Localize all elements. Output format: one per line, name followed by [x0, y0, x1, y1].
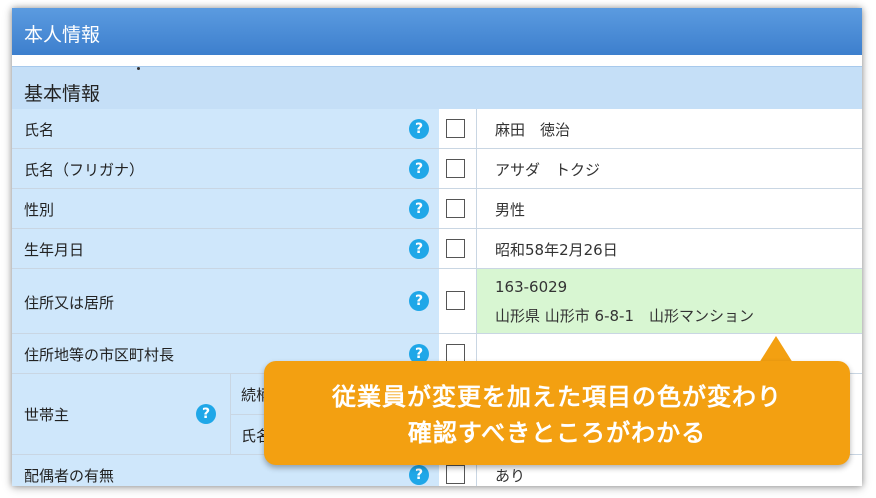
- row-label: 氏名: [24, 121, 55, 139]
- title-bar: 本人情報: [12, 8, 862, 55]
- label-cell: 世帯主 ?: [12, 374, 230, 454]
- label-cell: 氏名（フリガナ） ?: [12, 149, 465, 188]
- row-value: 男性: [495, 201, 526, 219]
- value-cell: 昭和58年2月26日: [477, 229, 862, 268]
- row-label: 氏名（フリガナ）: [24, 161, 145, 179]
- form-row-address: 住所又は居所 ? 163-6029 山形県 山形市 6-8-1 山形マンション: [12, 269, 862, 334]
- row-value: 昭和58年2月26日: [495, 241, 618, 259]
- form-row-birthdate: 生年月日 ? 昭和58年2月26日: [12, 229, 862, 269]
- form-row-gender: 性別 ? 男性: [12, 189, 862, 229]
- confirm-checkbox[interactable]: [446, 199, 465, 218]
- help-icon[interactable]: ?: [409, 199, 429, 219]
- callout-line-2: 確認すべきところがわかる: [407, 419, 707, 447]
- value-cell: 男性: [477, 189, 862, 228]
- row-label: 生年月日: [24, 241, 85, 259]
- callout-line-1: 従業員が変更を加えた項目の色が変わり: [332, 383, 782, 411]
- help-icon[interactable]: ?: [409, 119, 429, 139]
- value-cell: アサダ トクジ: [477, 149, 862, 188]
- row-label: 住所地等の市区町村長: [24, 346, 175, 364]
- row-value: アサダ トクジ: [495, 161, 601, 179]
- callout-pointer: [759, 336, 793, 363]
- confirm-checkbox[interactable]: [446, 465, 465, 484]
- section-header: 基本情報: [12, 66, 862, 109]
- row-label: 住所又は居所: [24, 294, 115, 312]
- help-icon[interactable]: ?: [196, 404, 216, 424]
- help-icon[interactable]: ?: [409, 239, 429, 259]
- address-text: 山形県 山形市 6-8-1 山形マンション: [495, 307, 754, 325]
- confirm-checkbox[interactable]: [446, 119, 465, 138]
- confirm-checkbox[interactable]: [446, 239, 465, 258]
- row-value: 麻田 徳治: [495, 121, 571, 139]
- label-cell: 氏名 ?: [12, 109, 465, 148]
- row-value: あり: [495, 467, 526, 485]
- confirm-checkbox[interactable]: [446, 159, 465, 178]
- window-title: 本人情報: [24, 24, 101, 46]
- label-cell: 生年月日 ?: [12, 229, 465, 268]
- section-title: 基本情報: [24, 83, 101, 105]
- help-icon[interactable]: ?: [409, 465, 429, 485]
- help-icon[interactable]: ?: [409, 291, 429, 311]
- postal-code: 163-6029: [495, 278, 568, 296]
- help-icon[interactable]: ?: [409, 159, 429, 179]
- dot-mark: [137, 67, 140, 70]
- value-cell-changed: 163-6029 山形県 山形市 6-8-1 山形マンション: [477, 269, 862, 333]
- form-row-furigana: 氏名（フリガナ） ? アサダ トクジ: [12, 149, 862, 189]
- label-cell: 住所又は居所 ?: [12, 269, 465, 333]
- form-row-name: 氏名 ? 麻田 徳治: [12, 109, 862, 149]
- value-cell: 麻田 徳治: [477, 109, 862, 148]
- annotation-callout: 従業員が変更を加えた項目の色が変わり 確認すべきところがわかる: [264, 361, 850, 465]
- label-cell: 性別 ?: [12, 189, 465, 228]
- row-label: 性別: [24, 201, 55, 219]
- row-label: 世帯主: [24, 406, 70, 424]
- row-label: 配偶者の有無: [24, 467, 115, 485]
- confirm-checkbox[interactable]: [446, 291, 465, 310]
